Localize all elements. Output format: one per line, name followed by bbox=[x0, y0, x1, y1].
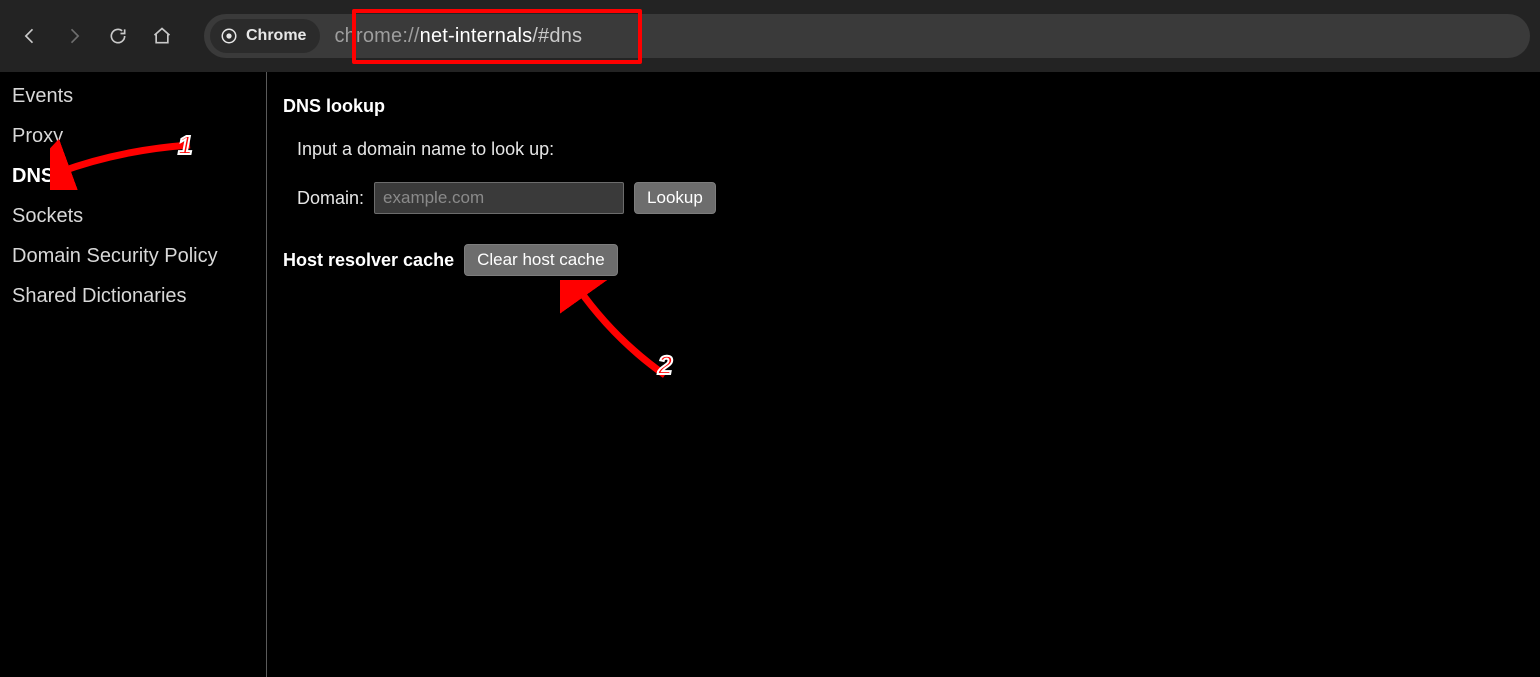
sidebar-item-label: Sockets bbox=[12, 205, 83, 227]
main-content: DNS lookup Input a domain name to look u… bbox=[267, 72, 1540, 677]
browser-toolbar: Chrome chrome://net-internals/#dns bbox=[0, 0, 1540, 72]
lookup-button[interactable]: Lookup bbox=[634, 182, 716, 214]
origin-chip[interactable]: Chrome bbox=[210, 19, 320, 53]
sidebar-item-label: Shared Dictionaries bbox=[12, 285, 187, 307]
host-resolver-cache-heading: Host resolver cache bbox=[283, 250, 454, 271]
sidebar-item-label: Events bbox=[12, 85, 73, 107]
home-icon bbox=[152, 26, 172, 46]
chrome-logo-icon bbox=[220, 27, 238, 45]
sidebar: Events Proxy DNS Sockets Domain Security… bbox=[0, 72, 267, 677]
sidebar-item-events[interactable]: Events bbox=[0, 76, 266, 116]
url-text: chrome://net-internals/#dns bbox=[334, 25, 582, 48]
sidebar-item-dns[interactable]: DNS bbox=[0, 156, 266, 196]
domain-input[interactable] bbox=[374, 182, 624, 214]
back-button[interactable] bbox=[10, 16, 50, 56]
arrow-right-icon bbox=[64, 26, 84, 46]
sidebar-item-label: DNS bbox=[12, 165, 54, 187]
sidebar-item-sockets[interactable]: Sockets bbox=[0, 196, 266, 236]
origin-chip-label: Chrome bbox=[246, 27, 306, 45]
forward-button[interactable] bbox=[54, 16, 94, 56]
arrow-left-icon bbox=[20, 26, 40, 46]
reload-button[interactable] bbox=[98, 16, 138, 56]
dns-lookup-heading: DNS lookup bbox=[283, 96, 1524, 117]
sidebar-item-label: Domain Security Policy bbox=[12, 245, 218, 267]
dns-lookup-helper: Input a domain name to look up: bbox=[297, 139, 1524, 160]
dns-lookup-form: Domain: Lookup bbox=[297, 182, 1524, 214]
host-resolver-cache-row: Host resolver cache Clear host cache bbox=[283, 244, 1524, 276]
address-bar[interactable]: Chrome chrome://net-internals/#dns bbox=[204, 14, 1530, 58]
sidebar-item-proxy[interactable]: Proxy bbox=[0, 116, 266, 156]
domain-field-label: Domain: bbox=[297, 188, 364, 209]
reload-icon bbox=[108, 26, 128, 46]
home-button[interactable] bbox=[142, 16, 182, 56]
url-host: net-internals bbox=[420, 25, 533, 48]
clear-host-cache-button[interactable]: Clear host cache bbox=[464, 244, 618, 276]
url-path: /#dns bbox=[532, 25, 582, 48]
sidebar-item-label: Proxy bbox=[12, 125, 63, 147]
sidebar-item-shared-dictionaries[interactable]: Shared Dictionaries bbox=[0, 276, 266, 316]
url-scheme: chrome:// bbox=[334, 25, 419, 48]
sidebar-item-domain-security-policy[interactable]: Domain Security Policy bbox=[0, 236, 266, 276]
app-body: Events Proxy DNS Sockets Domain Security… bbox=[0, 72, 1540, 677]
